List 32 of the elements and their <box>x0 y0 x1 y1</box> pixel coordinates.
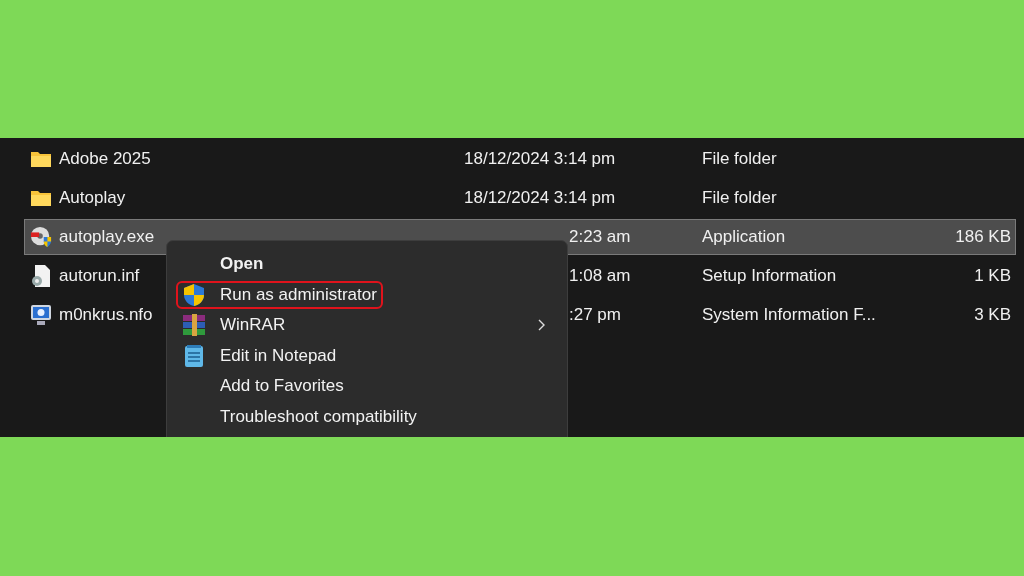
date-modified: 18/12/2024 3:14 pm <box>464 188 616 207</box>
file-type: System Information F... <box>702 305 876 324</box>
menu-item[interactable]: WinRAR <box>176 311 551 339</box>
file-name: Adobe 2025 <box>59 149 151 169</box>
shield-icon <box>183 282 205 307</box>
date-modified: 2:23 am <box>568 227 631 246</box>
file-gear-icon <box>31 264 51 288</box>
menu-item[interactable]: Add to Favorites <box>176 372 551 400</box>
menu-item[interactable]: Run as administrator <box>176 280 383 309</box>
file-type: File folder <box>702 149 777 168</box>
menu-item[interactable]: Troubleshoot compatibility <box>176 402 551 431</box>
file-name: Autoplay <box>59 188 126 208</box>
date-modified: :27 pm <box>568 305 621 324</box>
file-name: autorun.inf <box>59 266 140 286</box>
file-type: Setup Information <box>702 266 837 285</box>
menu-item[interactable]: Edit in Notepad <box>176 341 551 370</box>
file-name: autoplay.exe <box>59 227 155 247</box>
file-size: 3 KB <box>974 305 1012 325</box>
date-modified: 1:08 am <box>568 266 631 285</box>
date-modified: 18/12/2024 3:14 pm <box>464 149 616 168</box>
monitor-icon <box>30 303 52 327</box>
file-name: m0nkrus.nfo <box>59 305 153 325</box>
folder-icon <box>30 189 52 207</box>
chevron-right-icon <box>537 319 545 331</box>
disc-icon <box>30 225 52 249</box>
books-icon <box>182 313 206 337</box>
file-size: 1 KB <box>974 266 1012 286</box>
notepad-icon <box>184 343 204 368</box>
folder-icon <box>30 150 52 168</box>
file-size: 186 KB <box>955 227 1012 247</box>
file-type: File folder <box>702 188 777 207</box>
file-type: Application <box>702 227 786 246</box>
